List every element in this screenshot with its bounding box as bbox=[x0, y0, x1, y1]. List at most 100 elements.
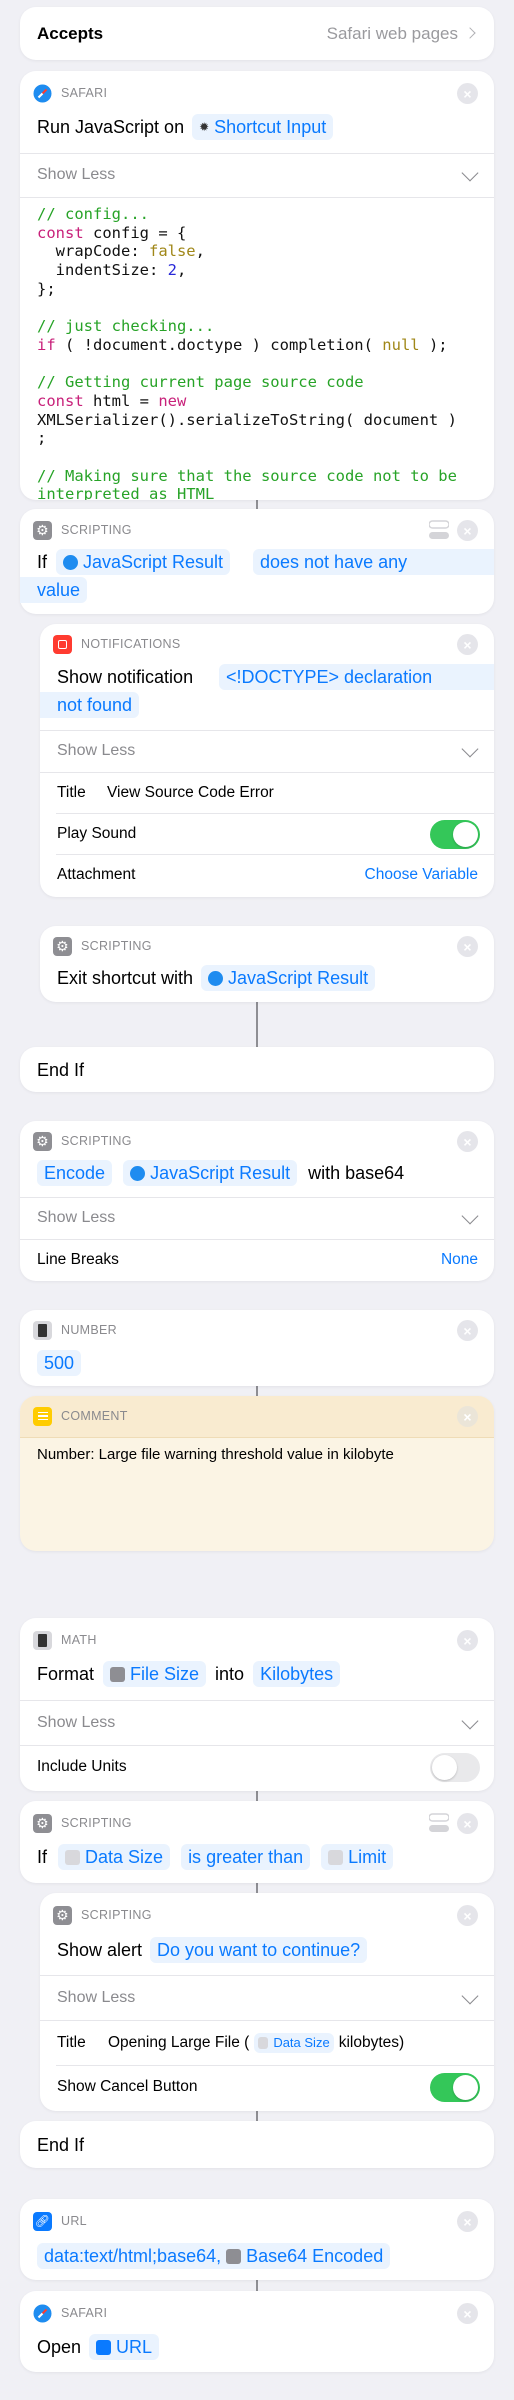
play-sound-toggle[interactable] bbox=[430, 820, 480, 849]
token-label: Shortcut Input bbox=[214, 117, 327, 137]
code-token: }; bbox=[37, 279, 56, 298]
show-less-button[interactable]: Show Less bbox=[57, 1985, 135, 2011]
token-label: Data Size bbox=[273, 2035, 330, 2050]
settings-toggle-icon[interactable] bbox=[429, 520, 449, 540]
chevron-down-icon[interactable] bbox=[461, 164, 479, 182]
code-token: // just checking... bbox=[37, 317, 215, 336]
show-less-button[interactable]: Show Less bbox=[37, 1710, 115, 1736]
code-token: , bbox=[195, 242, 205, 261]
javascript-code-editor[interactable]: // config... const config = { wrapCode: f… bbox=[37, 205, 457, 500]
message-token-continued[interactable]: not found bbox=[40, 692, 140, 718]
category-label: NUMBER bbox=[61, 1323, 117, 1337]
show-cancel-toggle[interactable] bbox=[430, 2073, 480, 2102]
settings-toggle-icon[interactable] bbox=[429, 1813, 449, 1833]
chevron-down-icon[interactable] bbox=[461, 1987, 479, 2005]
accepts-row[interactable]: Accepts Safari web pages bbox=[20, 7, 494, 60]
action-text: Open bbox=[37, 2337, 82, 2357]
line-breaks-picker[interactable]: None bbox=[441, 1247, 478, 1273]
variable-token[interactable]: Data Size bbox=[58, 1844, 171, 1870]
alert-message-token[interactable]: Do you want to continue? bbox=[150, 1937, 368, 1963]
unit-token[interactable]: Kilobytes bbox=[253, 1661, 341, 1687]
title-field[interactable]: Opening Large File (Data Size kilobytes) bbox=[108, 2030, 404, 2056]
safari-icon bbox=[33, 2304, 52, 2323]
code-token: new bbox=[158, 391, 187, 410]
include-units-toggle[interactable] bbox=[430, 1753, 480, 1782]
variable-token[interactable]: JavaScript Result bbox=[56, 549, 231, 575]
line-breaks-label: Line Breaks bbox=[37, 1251, 119, 1268]
action-text: Show alert bbox=[57, 1940, 143, 1960]
if-keyword: If bbox=[37, 1847, 48, 1867]
exit-shortcut-action: ⚙ SCRIPTING × Exit shortcut with JavaScrip… bbox=[40, 926, 494, 1002]
show-alert-action: ⚙ SCRIPTING × Show alert Do you want to co… bbox=[40, 1893, 494, 2111]
notifications-icon bbox=[53, 634, 72, 654]
safari-icon bbox=[33, 84, 52, 103]
token-label: not found bbox=[57, 695, 133, 715]
condition-token[interactable]: is greater than bbox=[181, 1844, 311, 1870]
calculator-icon bbox=[328, 1849, 344, 1865]
chevron-down-icon[interactable] bbox=[461, 1207, 479, 1225]
safari-icon bbox=[130, 1165, 146, 1181]
title-text: Opening Large File ( bbox=[108, 2034, 250, 2051]
code-token: ); bbox=[419, 335, 448, 354]
number-value-field[interactable]: 500 bbox=[37, 1350, 82, 1377]
chevron-down-icon[interactable] bbox=[461, 740, 479, 758]
comment-text[interactable]: Number: Large file warning threshold val… bbox=[37, 1442, 394, 1468]
variable-token[interactable]: JavaScript Result bbox=[201, 965, 376, 991]
token-label: JavaScript Result bbox=[83, 552, 224, 572]
code-token: const bbox=[37, 223, 93, 242]
open-url-action: SAFARI × Open URL bbox=[20, 2291, 494, 2372]
title-label: Title bbox=[57, 784, 86, 801]
safari-icon bbox=[63, 554, 78, 570]
title-label: Title bbox=[57, 2034, 86, 2051]
category-label: SCRIPTING bbox=[61, 523, 132, 537]
token-label: Kilobytes bbox=[260, 1664, 334, 1684]
remove-action-button[interactable]: × bbox=[457, 936, 478, 957]
remove-action-button[interactable]: × bbox=[457, 1131, 478, 1152]
remove-action-button[interactable]: × bbox=[457, 1813, 478, 1834]
condition-token[interactable]: does not have any bbox=[253, 549, 494, 575]
remove-action-button[interactable]: × bbox=[457, 2303, 478, 2324]
remove-action-button[interactable]: × bbox=[457, 1406, 478, 1427]
variable-token[interactable]: File Size bbox=[103, 1661, 207, 1687]
variable-token[interactable]: JavaScript Result bbox=[123, 1160, 298, 1186]
code-token: if bbox=[37, 335, 56, 354]
remove-action-button[interactable]: × bbox=[457, 634, 478, 655]
end-if-action: End If bbox=[20, 2121, 494, 2168]
category-label: SAFARI bbox=[61, 86, 108, 100]
if-action: ⚙ SCRIPTING × If Data Size is greater than L… bbox=[20, 1801, 494, 1883]
remove-action-button[interactable]: × bbox=[457, 1320, 478, 1341]
show-less-button[interactable]: Show Less bbox=[37, 1205, 115, 1231]
variable-token[interactable]: Data Size bbox=[254, 2033, 334, 2053]
show-cancel-label: Show Cancel Button bbox=[57, 2078, 198, 2095]
token-label: URL bbox=[116, 2337, 153, 2357]
remove-action-button[interactable]: × bbox=[457, 1630, 478, 1651]
url-field[interactable]: data:text/html;base64, Base64 Encoded bbox=[37, 2243, 391, 2270]
remove-action-button[interactable]: × bbox=[457, 520, 478, 541]
compare-token[interactable]: Limit bbox=[321, 1844, 394, 1870]
chevron-down-icon[interactable] bbox=[461, 1712, 479, 1730]
show-less-button[interactable]: Show Less bbox=[57, 738, 135, 764]
connector bbox=[256, 2280, 258, 2291]
show-less-button[interactable]: Show Less bbox=[37, 162, 115, 188]
remove-action-button[interactable]: × bbox=[457, 83, 478, 104]
remove-action-button[interactable]: × bbox=[457, 2211, 478, 2232]
code-token: 2 bbox=[167, 261, 177, 280]
title-field[interactable]: View Source Code Error bbox=[107, 780, 274, 806]
code-line: interpreted as HTML bbox=[37, 485, 457, 500]
variable-token[interactable]: URL bbox=[89, 2334, 160, 2360]
encode-mode-token[interactable]: Encode bbox=[37, 1160, 113, 1186]
code-line: ; bbox=[37, 429, 457, 448]
remove-action-button[interactable]: × bbox=[457, 1905, 478, 1926]
message-token[interactable]: <!DOCTYPE> declaration bbox=[219, 664, 494, 690]
code-token: interpreted as HTML bbox=[37, 485, 215, 500]
code-token: false bbox=[148, 242, 196, 261]
code-token: , bbox=[177, 261, 187, 280]
connector bbox=[256, 1002, 258, 1047]
token-label: Do you want to continue? bbox=[157, 1940, 361, 1960]
choose-variable-button[interactable]: Choose Variable bbox=[365, 862, 478, 888]
link-icon bbox=[96, 2339, 112, 2355]
code-line: // just checking... bbox=[37, 317, 457, 336]
condition-token-continued[interactable]: value bbox=[20, 577, 88, 603]
shortcut-input-token[interactable]: ✹ Shortcut Input bbox=[192, 114, 334, 140]
